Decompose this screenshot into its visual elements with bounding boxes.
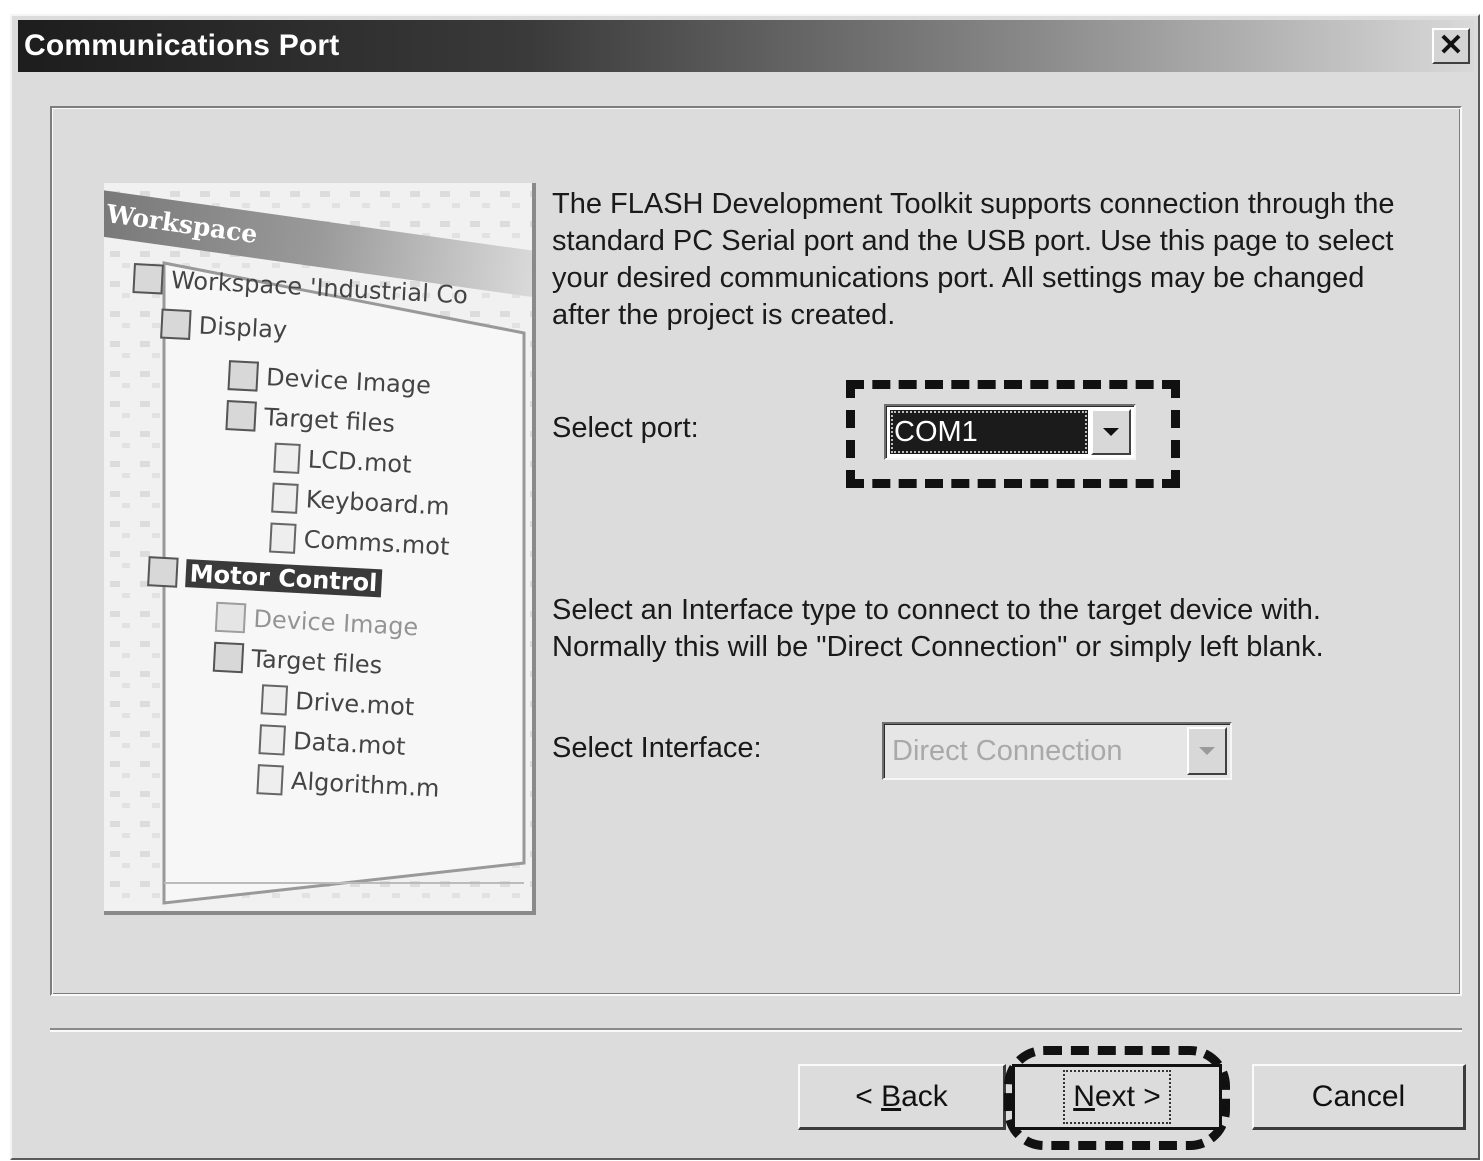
interface-select-value: Direct Connection [892, 734, 1123, 767]
tree-node-motor-control: Motor Control [147, 556, 383, 598]
interface-dropdown-button[interactable] [1187, 727, 1227, 775]
folder-icon [227, 360, 260, 392]
file-icon [258, 724, 286, 756]
file-icon [273, 442, 301, 474]
close-button[interactable]: ✕ [1432, 28, 1470, 64]
workspace-tree: Workspace 'Industrial Co Display Device … [104, 263, 532, 911]
port-dropdown-button[interactable] [1091, 409, 1131, 455]
file-icon [256, 764, 284, 796]
window-title: Communications Port [24, 29, 340, 62]
tree-node-device-image: Device Image [227, 360, 432, 401]
chevron-down-icon [1103, 428, 1119, 436]
select-port-label: Select port: [552, 412, 699, 444]
tree-node-lcd: LCD.mot [273, 442, 412, 480]
port-select[interactable]: COM1 [884, 404, 1136, 460]
port-select-value: COM1 [890, 410, 1088, 454]
cancel-button[interactable]: Cancel [1252, 1064, 1466, 1130]
tree-node-display: Display [160, 308, 288, 346]
folder-icon [214, 601, 247, 634]
tree-node-algorithm: Algorithm.m [256, 764, 440, 804]
tree-node-device-image-2: Device Image [214, 601, 419, 643]
next-button[interactable]: Next > [1012, 1064, 1222, 1130]
communications-port-dialog: Communications Port ✕ Workspace Workspac… [10, 14, 1480, 1160]
workspace-icon [132, 263, 164, 295]
back-button-label: < Back [855, 1079, 948, 1113]
tree-node-target-files: Target files [225, 400, 396, 439]
interface-help-text: Select an Interface type to connect to t… [552, 594, 1324, 663]
button-separator [50, 1028, 1462, 1032]
project-icon [147, 556, 179, 588]
file-icon [260, 684, 289, 716]
close-icon: ✕ [1438, 29, 1464, 62]
tree-node-keyboard: Keyboard.m [271, 482, 450, 522]
interface-select[interactable]: Direct Connection [882, 722, 1232, 780]
content-group: Workspace Workspace 'Industrial Co Displ… [50, 106, 1462, 996]
select-interface-label: Select Interface: [552, 732, 762, 764]
file-icon [269, 522, 297, 554]
tree-node-data: Data.mot [258, 724, 406, 762]
chevron-down-icon [1199, 747, 1215, 755]
tree-node-drive: Drive.mot [260, 684, 415, 722]
workspace-illustration: Workspace Workspace 'Industrial Co Displ… [104, 183, 536, 915]
folder-icon [212, 641, 245, 674]
tree-node-comms: Comms.mot [269, 522, 450, 562]
title-bar[interactable]: Communications Port ✕ [18, 20, 1474, 72]
next-button-label: Next > [1063, 1070, 1171, 1124]
folder-icon [225, 400, 257, 432]
file-icon [271, 482, 299, 514]
back-button[interactable]: < Back [798, 1064, 1006, 1130]
project-icon [160, 308, 192, 341]
cancel-button-label: Cancel [1311, 1079, 1406, 1113]
description-text: The FLASH Development Toolkit supports c… [552, 188, 1395, 331]
tree-node-target-files-2: Target files [212, 641, 383, 681]
